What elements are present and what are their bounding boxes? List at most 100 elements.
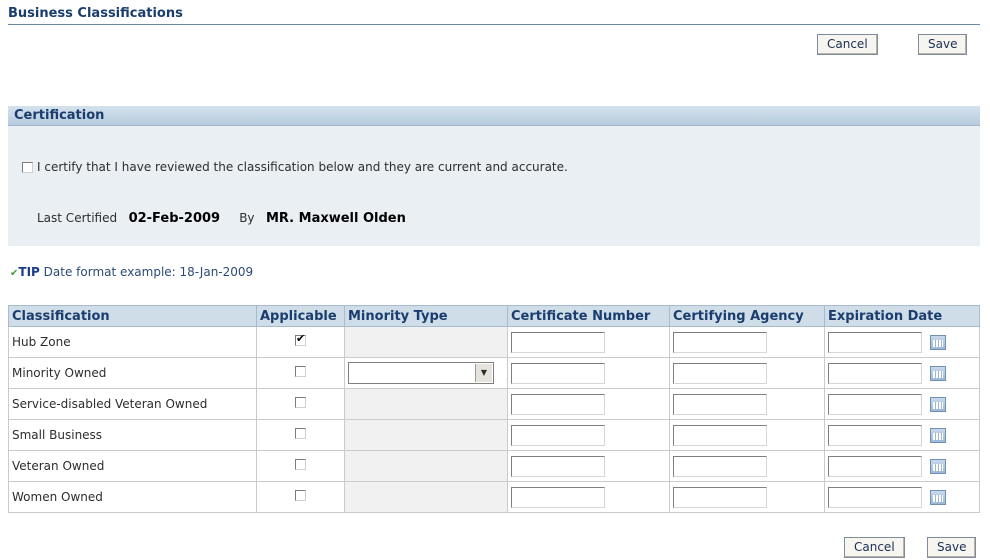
classifications-table: Classification Applicable Minority Type …: [8, 305, 980, 513]
certifying-agency-cell: [669, 419, 825, 451]
applicable-cell: [256, 357, 345, 389]
cancel-button-top[interactable]: Cancel: [817, 34, 878, 55]
cancel-label: Cancel: [827, 37, 868, 51]
certificate-number-input[interactable]: [511, 424, 605, 446]
calendar-icon[interactable]: [930, 396, 946, 412]
save-label: Save: [928, 37, 958, 51]
certificate-number-input[interactable]: [511, 393, 605, 415]
expiration-date-input[interactable]: [828, 393, 922, 415]
applicable-checkbox[interactable]: [295, 397, 306, 408]
minority-type-cell: [344, 388, 508, 420]
save-button-bottom[interactable]: Save: [927, 537, 977, 558]
certification-header: Certification: [8, 106, 980, 126]
col-applicable: Applicable: [256, 305, 345, 327]
minority-type-cell: [344, 481, 508, 513]
minority-type-cell: [344, 450, 508, 482]
save-label: Save: [937, 540, 967, 554]
expiration-date-input[interactable]: [828, 486, 922, 508]
certifying-agency-cell: [669, 450, 825, 482]
certifying-agency-input[interactable]: [673, 486, 767, 508]
calendar-icon[interactable]: [930, 334, 946, 350]
certificate-number-input[interactable]: [511, 455, 605, 477]
classification-cell: Women Owned: [8, 481, 257, 513]
last-certified-label: Last Certified: [37, 211, 118, 225]
page-title: Business Classifications: [8, 6, 183, 21]
certifying-agency-input[interactable]: [673, 362, 767, 384]
certifying-agency-cell: [669, 357, 825, 389]
expiration-date-cell: [824, 450, 980, 482]
expiration-date-input[interactable]: [828, 455, 922, 477]
classification-cell: Hub Zone: [8, 326, 257, 358]
certified-by-name: MR. Maxwell Olden: [265, 211, 406, 226]
certificate-number-input[interactable]: [511, 362, 605, 384]
certifying-agency-input[interactable]: [673, 331, 767, 353]
applicable-checkbox[interactable]: [295, 490, 306, 501]
expiration-date-cell: [824, 388, 980, 420]
chevron-down-icon[interactable]: ▼: [475, 364, 492, 382]
table-row: Veteran Owned: [8, 450, 980, 482]
certify-row: I certify that I have reviewed the class…: [22, 160, 568, 174]
certificate-number-input[interactable]: [511, 486, 605, 508]
certificate-number-cell: [507, 326, 670, 358]
applicable-cell: [256, 450, 345, 482]
applicable-cell: [256, 388, 345, 420]
classification-cell: Veteran Owned: [8, 450, 257, 482]
expiration-date-cell: [824, 419, 980, 451]
certifying-agency-input[interactable]: [673, 393, 767, 415]
by-label: By: [239, 211, 255, 225]
title-divider: [8, 24, 980, 25]
tip-line: ✔TIP Date format example: 18-Jan-2009: [10, 265, 253, 279]
certifying-agency-input[interactable]: [673, 424, 767, 446]
minority-type-select[interactable]: ▼: [348, 362, 494, 384]
calendar-icon[interactable]: [930, 489, 946, 505]
expiration-date-cell: [824, 326, 980, 358]
table-row: Women Owned: [8, 481, 980, 513]
expiration-date-input[interactable]: [828, 331, 922, 353]
certifying-agency-input[interactable]: [673, 455, 767, 477]
col-classification: Classification: [8, 305, 257, 327]
applicable-checkbox[interactable]: [295, 366, 306, 377]
certificate-number-cell: [507, 450, 670, 482]
minority-type-cell: [344, 419, 508, 451]
last-certified-date: 02-Feb-2009: [128, 211, 221, 226]
certify-checkbox[interactable]: [22, 161, 33, 173]
classification-cell: Minority Owned: [8, 357, 257, 389]
table-row: Service-disabled Veteran Owned: [8, 388, 980, 420]
certificate-number-input[interactable]: [511, 331, 605, 353]
minority-type-cell: ▼: [344, 357, 508, 389]
applicable-checkbox[interactable]: [295, 459, 306, 470]
col-minority-type: Minority Type: [344, 305, 508, 327]
applicable-checkbox[interactable]: [295, 332, 306, 346]
tip-text: Date format example: 18-Jan-2009: [43, 265, 254, 279]
last-certified-info: Last Certified 02-Feb-2009 By MR. Maxwel…: [37, 211, 406, 226]
calendar-icon[interactable]: [930, 365, 946, 381]
cancel-label: Cancel: [854, 540, 895, 554]
certificate-number-cell: [507, 481, 670, 513]
classification-cell: Service-disabled Veteran Owned: [8, 388, 257, 420]
table-row: Small Business: [8, 419, 980, 451]
applicable-cell: [256, 481, 345, 513]
cancel-button-bottom[interactable]: Cancel: [844, 537, 905, 558]
expiration-date-input[interactable]: [828, 424, 922, 446]
applicable-checkbox[interactable]: [295, 428, 306, 439]
expiration-date-cell: [824, 481, 980, 513]
save-button-top[interactable]: Save: [918, 34, 968, 55]
applicable-cell: [256, 419, 345, 451]
certificate-number-cell: [507, 419, 670, 451]
certify-statement: I certify that I have reviewed the class…: [37, 160, 568, 174]
certifying-agency-cell: [669, 326, 825, 358]
calendar-icon[interactable]: [930, 427, 946, 443]
table-row: Hub Zone: [8, 326, 980, 358]
certificate-number-cell: [507, 357, 670, 389]
expiration-date-input[interactable]: [828, 362, 922, 384]
minority-type-cell: [344, 326, 508, 358]
certifying-agency-cell: [669, 388, 825, 420]
certifying-agency-cell: [669, 481, 825, 513]
classification-cell: Small Business: [8, 419, 257, 451]
col-certificate-number: Certificate Number: [507, 305, 670, 327]
table-row: Minority Owned ▼: [8, 357, 980, 389]
calendar-icon[interactable]: [930, 458, 946, 474]
col-expiration-date: Expiration Date: [824, 305, 980, 327]
applicable-cell: [256, 326, 345, 358]
certification-section: Certification I certify that I have revi…: [8, 106, 980, 246]
